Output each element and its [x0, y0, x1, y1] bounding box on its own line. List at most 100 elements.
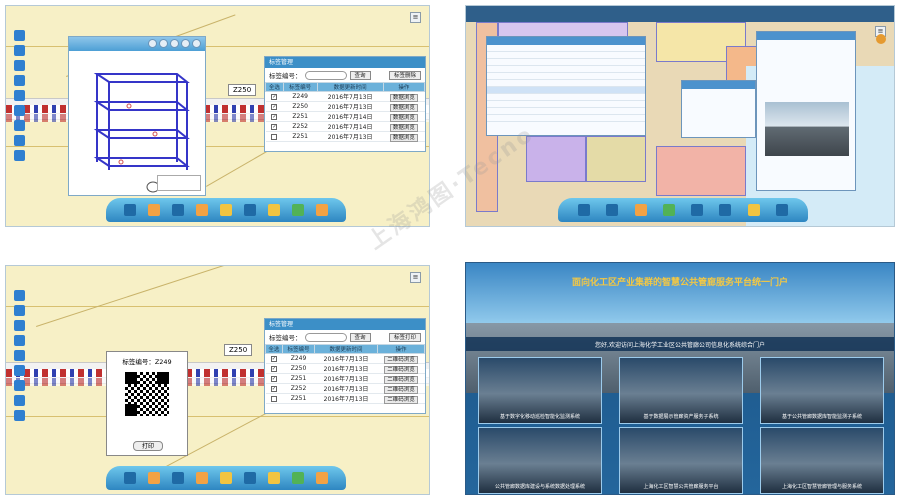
tool-icon[interactable] [634, 204, 647, 216]
layer-icon[interactable] [14, 335, 25, 346]
settings-icon[interactable] [14, 410, 25, 421]
map-icon[interactable] [719, 204, 732, 216]
view-data-button[interactable]: 数据浏览 [389, 133, 418, 142]
query-button[interactable]: 查询 [349, 332, 371, 342]
chart-icon[interactable] [691, 204, 704, 216]
window-menu-icon[interactable]: ≡ [410, 272, 421, 283]
settings-dock-icon[interactable] [292, 204, 304, 216]
measure-icon[interactable] [14, 90, 25, 101]
pan-icon[interactable] [14, 60, 25, 71]
pipe-rack-3d-window [68, 36, 206, 196]
alarm-icon[interactable] [747, 204, 760, 216]
layer-icon[interactable] [14, 75, 25, 86]
pan-icon[interactable] [14, 320, 25, 331]
list-icon[interactable] [606, 204, 619, 216]
monitor-icon[interactable] [578, 204, 591, 216]
system-tile[interactable]: 基于公共管廊数据库智能监测子系统 [760, 357, 884, 424]
view-qr-button[interactable]: 二维码浏览 [384, 385, 418, 394]
rotate-icon[interactable] [148, 39, 157, 48]
map-icon[interactable] [244, 472, 256, 484]
export-icon[interactable] [316, 472, 328, 484]
view-qr-button[interactable]: 二维码浏览 [384, 375, 418, 384]
row-checkbox[interactable]: ✓ [271, 123, 278, 130]
column-header[interactable]: 全选 [265, 82, 284, 92]
list-icon[interactable] [196, 204, 208, 216]
close-icon[interactable] [192, 39, 201, 48]
warning-icon[interactable] [220, 472, 232, 484]
user-icon[interactable] [876, 34, 886, 44]
view-data-button[interactable]: 数据浏览 [389, 113, 418, 122]
monitor-icon[interactable] [124, 472, 136, 484]
print-button[interactable]: 打印 [133, 441, 163, 451]
row-checkbox[interactable]: ✓ [270, 375, 277, 382]
reset-icon[interactable] [170, 39, 179, 48]
row-checkbox[interactable]: ✓ [271, 103, 278, 110]
cell-id: Z249 [282, 353, 315, 364]
location-icon[interactable] [662, 204, 675, 216]
cell-id: Z251 [283, 131, 318, 142]
window-title-bar [682, 81, 755, 89]
tool-icon[interactable] [148, 204, 160, 216]
tool-icon[interactable] [148, 472, 160, 484]
map-tag-label[interactable]: Z250 [224, 344, 253, 356]
bottom-dock [106, 466, 346, 490]
zoom-out-icon[interactable] [14, 305, 25, 316]
row-checkbox[interactable] [271, 133, 278, 140]
view-data-button[interactable]: 数据浏览 [389, 123, 418, 132]
view-data-button[interactable]: 数据浏览 [389, 93, 418, 102]
view-qr-button[interactable]: 二维码浏览 [384, 355, 418, 364]
map-icon[interactable] [244, 204, 256, 216]
export-icon[interactable] [316, 204, 328, 216]
refresh-icon[interactable] [14, 120, 25, 131]
system-tile[interactable]: 基于数据展示管廊资产服务子系统 [619, 357, 743, 424]
chart-icon[interactable] [172, 204, 184, 216]
cell-date: 2016年7月13日 [317, 131, 384, 142]
row-checkbox[interactable]: ✓ [270, 365, 277, 372]
window-menu-icon[interactable]: ≡ [410, 12, 421, 23]
locate-icon[interactable] [14, 365, 25, 376]
row-checkbox[interactable]: ✓ [271, 93, 278, 100]
delete-button[interactable]: 标签删除 [388, 70, 421, 80]
settings-dock-icon[interactable] [292, 472, 304, 484]
row-checkbox[interactable] [270, 395, 277, 402]
warning-icon[interactable] [220, 204, 232, 216]
settings-icon[interactable] [14, 150, 25, 161]
system-tile[interactable]: 上海化工区智慧管廊管理与服务系统 [760, 427, 884, 494]
fit-icon[interactable] [181, 39, 190, 48]
system-tile[interactable]: 公共管廊数据库建设与系统数据处理系统 [478, 427, 602, 494]
alarm-icon[interactable] [268, 204, 280, 216]
zoom-in-icon[interactable] [14, 30, 25, 41]
refresh-icon[interactable] [14, 380, 25, 391]
search-input[interactable] [304, 70, 347, 80]
qr-code-popup: 标签编号：Z249 打印 [106, 351, 188, 456]
row-checkbox[interactable]: ✓ [270, 355, 277, 362]
row-checkbox[interactable]: ✓ [271, 113, 278, 120]
measure-icon[interactable] [14, 350, 25, 361]
info-icon[interactable] [14, 135, 25, 146]
alarm-icon[interactable] [268, 472, 280, 484]
column-header[interactable]: 全选 [265, 344, 283, 354]
zoom-in-icon[interactable] [14, 290, 25, 301]
system-tile[interactable]: 上海化工区智慧公共管廊服务平台 [619, 427, 743, 494]
map-tag-label[interactable]: Z250 [228, 84, 257, 96]
monitor-icon[interactable] [124, 204, 136, 216]
view-qr-button[interactable]: 二维码浏览 [384, 365, 418, 374]
query-button[interactable]: 查询 [349, 70, 371, 80]
system-tile[interactable]: 基于数字化移动巡检智能化监测系统 [478, 357, 602, 424]
list-icon[interactable] [196, 472, 208, 484]
locate-icon[interactable] [14, 105, 25, 116]
print-tag-button[interactable]: 标签打印 [388, 332, 421, 342]
inspection-photo[interactable] [765, 102, 849, 156]
table-row: ✓ Z251 2016年7月14日 数据浏览 [265, 111, 425, 122]
cell-date: 2016年7月13日 [317, 101, 384, 112]
view-data-button[interactable]: 数据浏览 [389, 103, 418, 112]
row-checkbox[interactable]: ✓ [270, 385, 277, 392]
zoom-out-icon[interactable] [14, 45, 25, 56]
export-icon[interactable] [775, 204, 788, 216]
search-input[interactable] [304, 332, 347, 342]
zoom-icon[interactable] [159, 39, 168, 48]
table-row: ✓ Z250 2016年7月13日 数据浏览 [265, 101, 425, 112]
info-icon[interactable] [14, 395, 25, 406]
chart-icon[interactable] [172, 472, 184, 484]
view-qr-button[interactable]: 二维码浏览 [384, 395, 418, 404]
